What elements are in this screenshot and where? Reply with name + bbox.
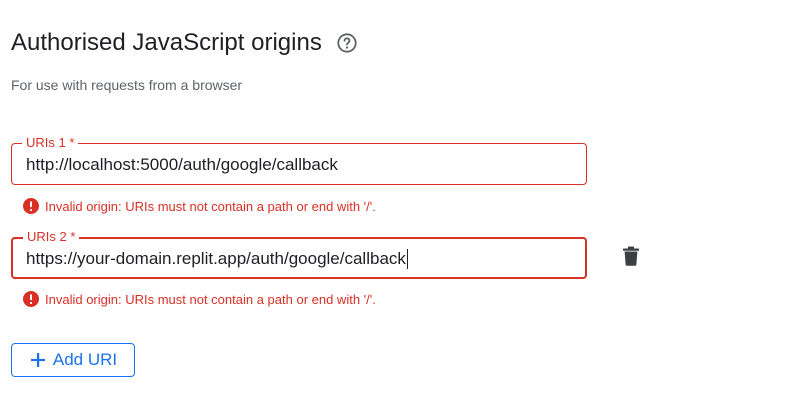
uri-2-field[interactable]: URIs 2 * https://your-domain.replit.app/… [11, 229, 587, 279]
help-circle-icon[interactable] [336, 32, 358, 54]
section-subtitle: For use with requests from a browser [11, 77, 243, 93]
uri-2-error-text: Invalid origin: URIs must not contain a … [45, 291, 376, 307]
plus-icon [29, 351, 47, 369]
error-icon [23, 291, 39, 307]
delete-uri-2-button[interactable] [619, 246, 643, 270]
add-uri-label: Add URI [52, 350, 118, 369]
uri-2-error: Invalid origin: URIs must not contain a … [23, 291, 376, 307]
uri-1-error: Invalid origin: URIs must not contain a … [23, 198, 376, 214]
uri-1-field[interactable]: URIs 1 * http://localhost:5000/auth/goog… [11, 135, 587, 185]
uri-1-error-text: Invalid origin: URIs must not contain a … [45, 198, 376, 214]
text-caret [406, 249, 408, 269]
uri-1-label: URIs 1 * [22, 135, 79, 151]
section-title-text: Authorised JavaScript origins [11, 29, 322, 56]
uri-2-input-wrap[interactable]: https://your-domain.replit.app/auth/goog… [26, 249, 408, 269]
trash-icon [622, 246, 640, 271]
uri-1-input[interactable]: http://localhost:5000/auth/google/callba… [26, 155, 338, 175]
uri-2-input[interactable]: https://your-domain.replit.app/auth/goog… [26, 249, 406, 268]
uri-2-label: URIs 2 * [23, 229, 80, 245]
add-uri-button[interactable]: Add URI [11, 343, 135, 377]
section-title: Authorised JavaScript origins [11, 29, 358, 57]
error-icon [23, 198, 39, 214]
